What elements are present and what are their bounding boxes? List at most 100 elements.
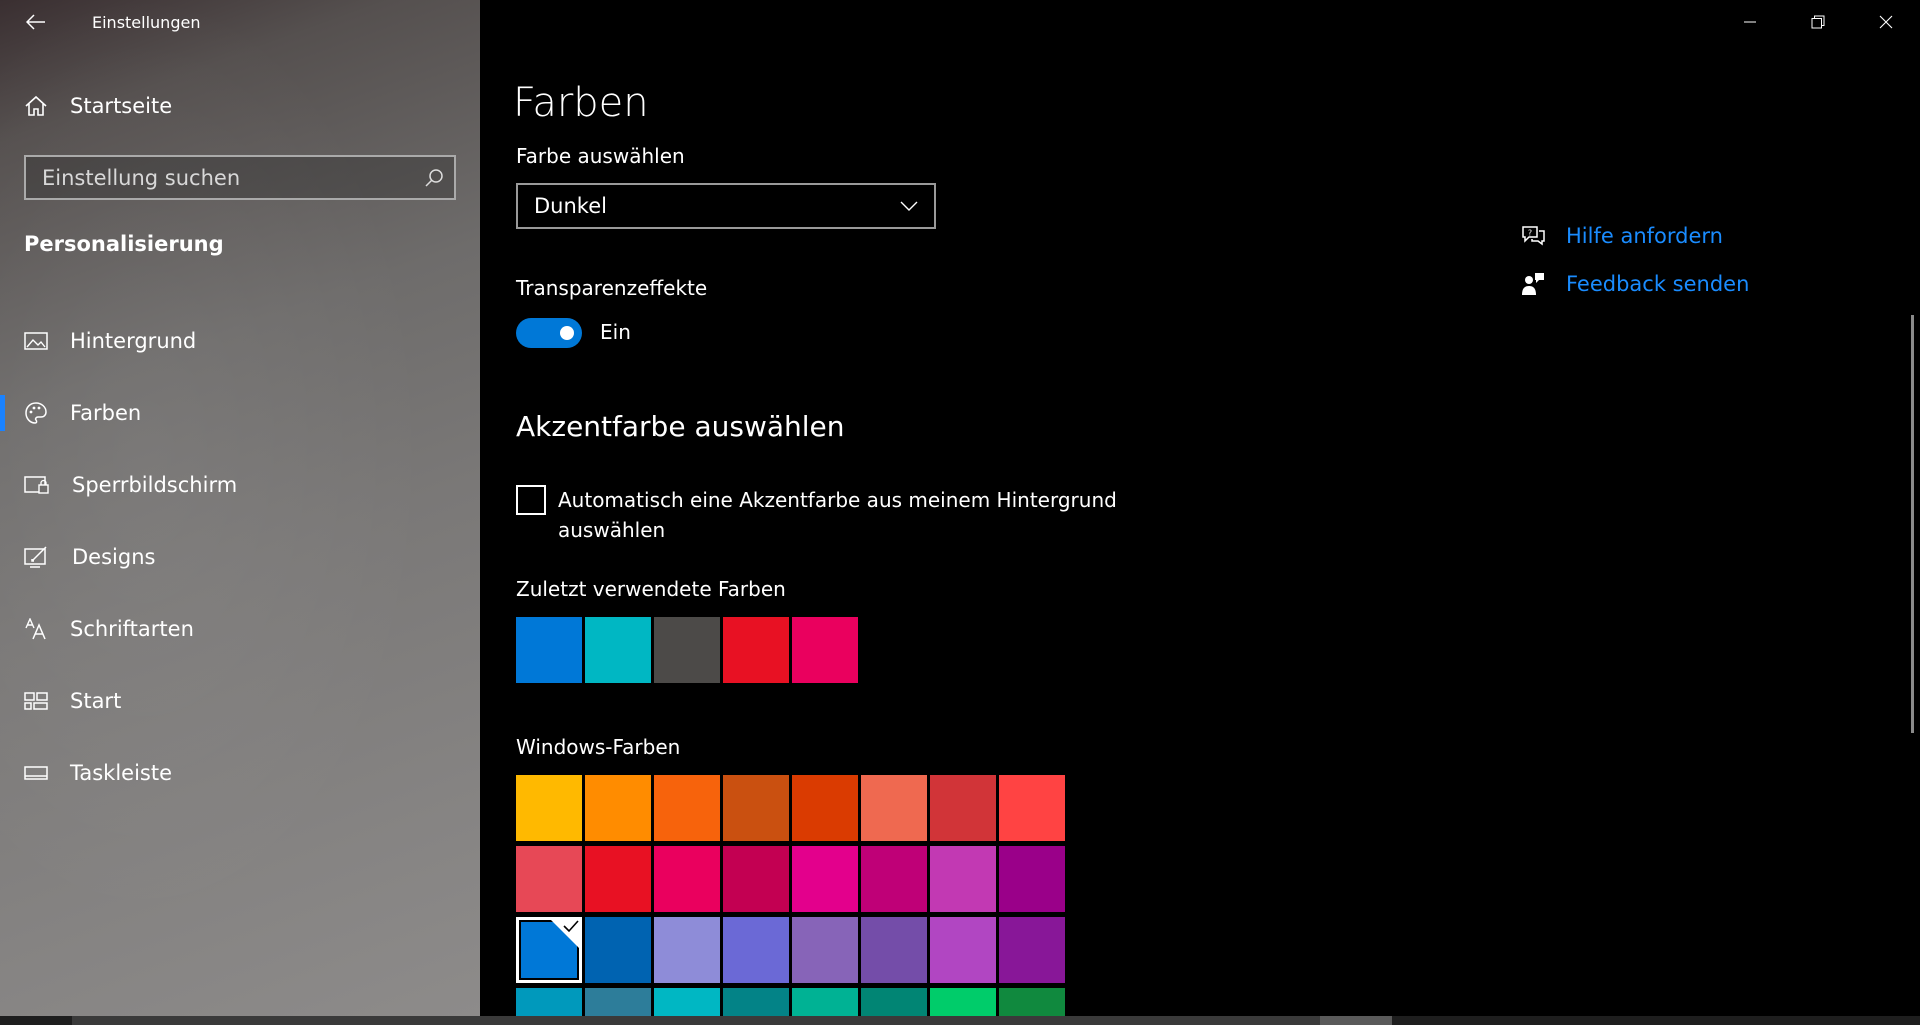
- sidebar-item-taskbar[interactable]: Taskleiste: [0, 737, 480, 809]
- window-controls: [1716, 0, 1920, 44]
- sidebar-item-label: Hintergrund: [70, 329, 197, 353]
- color-swatch[interactable]: [792, 775, 858, 841]
- color-swatch[interactable]: [516, 846, 582, 912]
- scrollbar-thumb[interactable]: [1320, 1016, 1392, 1025]
- feedback-link[interactable]: Feedback senden: [1520, 260, 1749, 308]
- auto-accent-checkbox[interactable]: [516, 485, 546, 515]
- app-title: Einstellungen: [92, 12, 201, 32]
- horizontal-scrollbar[interactable]: [0, 1016, 1920, 1025]
- sidebar-item-label: Designs: [72, 545, 156, 569]
- sidebar-item-designs[interactable]: Designs: [0, 521, 480, 593]
- search-icon[interactable]: [414, 157, 454, 198]
- color-swatch-selected[interactable]: [516, 917, 582, 983]
- sidebar: Einstellungen Startseite Personalisierun…: [0, 0, 480, 1016]
- page-title: Farben: [513, 80, 649, 126]
- windows-colors-row: [516, 846, 1065, 912]
- color-swatch[interactable]: [654, 775, 720, 841]
- search-box: [24, 155, 456, 200]
- recent-colors-row: [516, 617, 858, 683]
- search-input[interactable]: [26, 157, 414, 198]
- minimize-button[interactable]: [1716, 0, 1784, 44]
- sidebar-nav: Hintergrund Farben Sperrbildschirm Desig…: [0, 305, 480, 809]
- color-swatch[interactable]: [516, 775, 582, 841]
- color-swatch[interactable]: [930, 775, 996, 841]
- sidebar-item-background[interactable]: Hintergrund: [0, 305, 480, 377]
- back-button[interactable]: [0, 0, 72, 44]
- color-swatch[interactable]: [792, 917, 858, 983]
- auto-accent-label: Automatisch eine Akzentfarbe aus meinem …: [558, 488, 1117, 542]
- color-swatch[interactable]: [723, 775, 789, 841]
- color-swatch[interactable]: [999, 846, 1065, 912]
- color-swatch[interactable]: [723, 617, 789, 683]
- transparency-label: Transparenzeffekte: [516, 276, 708, 300]
- color-swatch[interactable]: [723, 846, 789, 912]
- color-mode-value: Dunkel: [534, 194, 607, 218]
- chevron-down-icon: [900, 201, 918, 211]
- color-mode-label: Farbe auswählen: [516, 144, 685, 168]
- close-icon: [1879, 15, 1893, 29]
- sidebar-item-fonts[interactable]: Schriftarten: [0, 593, 480, 665]
- sidebar-item-colors[interactable]: Farben: [0, 377, 480, 449]
- checkmark-icon: [563, 920, 579, 933]
- color-swatch[interactable]: [930, 846, 996, 912]
- palette-icon: [24, 401, 48, 425]
- color-mode-dropdown[interactable]: Dunkel: [516, 183, 936, 229]
- transparency-state: Ein: [600, 320, 631, 344]
- feedback-link-text: Feedback senden: [1566, 272, 1750, 296]
- help-link-text: Hilfe anfordern: [1566, 224, 1723, 248]
- sidebar-item-label: Start: [70, 689, 122, 713]
- picture-icon: [24, 329, 48, 353]
- sidebar-item-home[interactable]: Startseite: [0, 84, 480, 128]
- color-swatch[interactable]: [999, 917, 1065, 983]
- color-swatch[interactable]: [930, 917, 996, 983]
- color-swatch[interactable]: [654, 846, 720, 912]
- title-bar-left: Einstellungen: [0, 0, 480, 44]
- color-swatch[interactable]: [999, 775, 1065, 841]
- toggle-knob: [560, 326, 574, 340]
- minimize-icon: [1744, 21, 1756, 23]
- sidebar-item-label: Taskleiste: [70, 761, 173, 785]
- sidebar-item-label: Schriftarten: [70, 617, 194, 641]
- restore-icon: [1811, 15, 1825, 29]
- color-swatch[interactable]: [792, 617, 858, 683]
- sidebar-item-label: Startseite: [70, 94, 173, 118]
- color-swatch[interactable]: [585, 775, 651, 841]
- color-swatch[interactable]: [585, 917, 651, 983]
- svg-text:?: ?: [1528, 229, 1532, 238]
- help-link[interactable]: ? Hilfe anfordern: [1520, 212, 1749, 260]
- sidebar-item-label: Sperrbildschirm: [72, 473, 238, 497]
- close-button[interactable]: [1852, 0, 1920, 44]
- feedback-icon: [1522, 273, 1544, 295]
- color-swatch[interactable]: [723, 917, 789, 983]
- color-swatch[interactable]: [861, 775, 927, 841]
- restore-button[interactable]: [1784, 0, 1852, 44]
- windows-colors-label: Windows-Farben: [516, 735, 681, 759]
- designs-icon: [24, 545, 50, 569]
- sidebar-item-label: Farben: [70, 401, 142, 425]
- color-swatch[interactable]: [654, 917, 720, 983]
- sidebar-item-start[interactable]: Start: [0, 665, 480, 737]
- color-swatch[interactable]: [585, 846, 651, 912]
- scrollbar-track: [72, 1016, 1320, 1025]
- accent-heading: Akzentfarbe auswählen: [516, 410, 845, 443]
- color-swatch[interactable]: [861, 846, 927, 912]
- color-swatch[interactable]: [585, 617, 651, 683]
- windows-colors-row: [516, 917, 1065, 983]
- color-swatch[interactable]: [792, 846, 858, 912]
- color-swatch[interactable]: [516, 617, 582, 683]
- fonts-icon: [24, 617, 48, 641]
- color-swatch[interactable]: [861, 917, 927, 983]
- section-title: Personalisierung: [24, 232, 224, 256]
- color-swatch[interactable]: [654, 617, 720, 683]
- back-arrow-icon: [26, 14, 45, 30]
- help-chat-icon: ?: [1522, 226, 1545, 246]
- recent-colors-label: Zuletzt verwendete Farben: [516, 577, 786, 601]
- vertical-scrollbar[interactable]: [1911, 315, 1914, 733]
- transparency-toggle[interactable]: [516, 318, 582, 348]
- sidebar-item-lock-screen[interactable]: Sperrbildschirm: [0, 449, 480, 521]
- start-icon: [24, 689, 48, 713]
- help-links: ? Hilfe anfordern Feedback senden: [1520, 212, 1749, 308]
- home-icon: [25, 95, 47, 116]
- taskbar-icon: [24, 761, 48, 785]
- main-content: Farben Farbe auswählen Dunkel Transparen…: [480, 0, 1920, 1025]
